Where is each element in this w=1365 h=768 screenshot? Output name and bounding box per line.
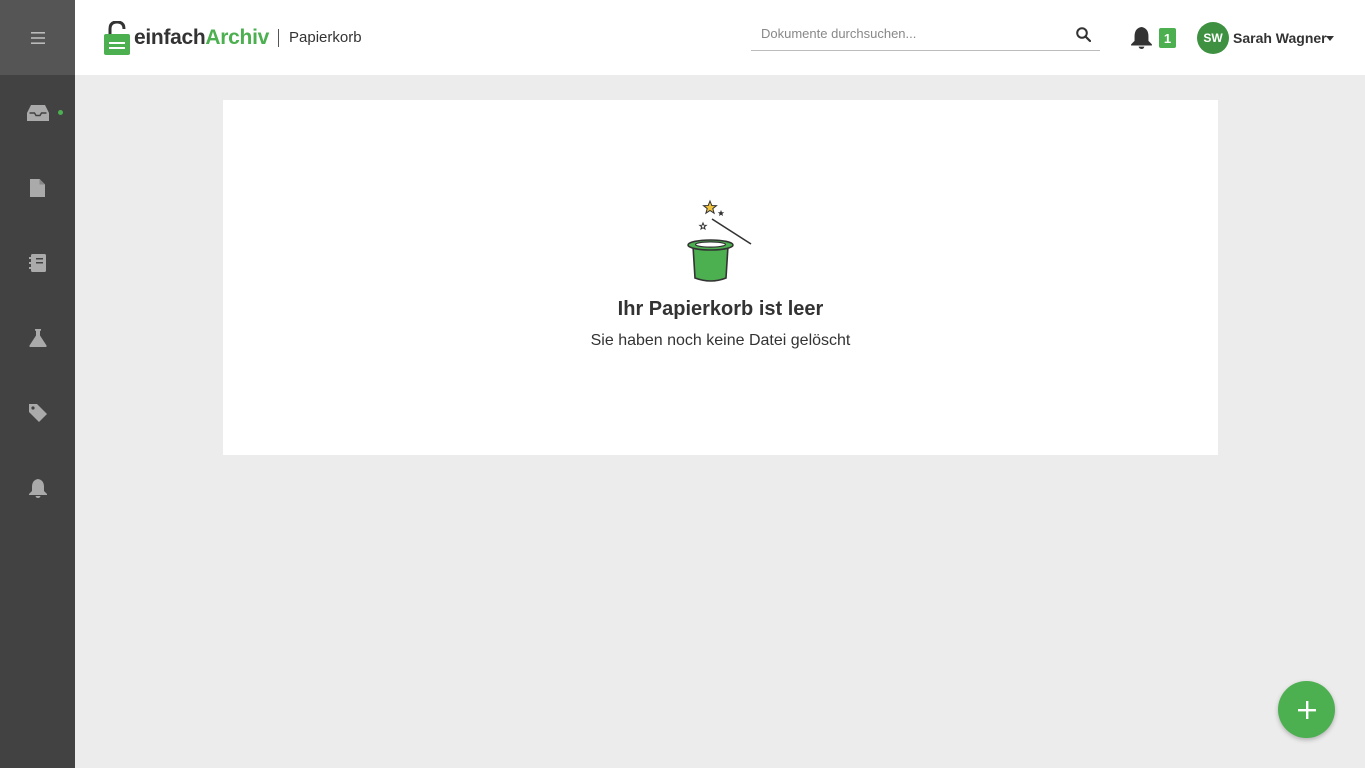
menu-button[interactable]	[0, 0, 75, 75]
search-bar	[751, 22, 1100, 51]
notification-bell-icon[interactable]	[1131, 27, 1152, 49]
inbox-icon	[26, 105, 49, 121]
magic-hat-icon	[687, 199, 752, 282]
notification-count-badge[interactable]: 1	[1159, 28, 1176, 48]
sidebar-item-notifications[interactable]	[0, 468, 75, 508]
lock-folder-icon	[104, 21, 130, 55]
page-title: Papierkorb	[289, 29, 362, 46]
document-icon	[30, 179, 45, 197]
bell-icon	[28, 478, 47, 498]
sidebar	[0, 0, 75, 768]
flask-icon	[28, 329, 47, 347]
sidebar-item-notebook[interactable]	[0, 243, 75, 283]
tag-icon	[28, 404, 47, 422]
logo-text: einfachArchiv	[134, 26, 269, 49]
avatar[interactable]: SW	[1197, 22, 1229, 54]
sidebar-item-lab[interactable]	[0, 318, 75, 358]
top-header: einfachArchiv Papierkorb 1 SW Sarah Wagn…	[75, 0, 1365, 75]
chevron-down-icon[interactable]	[1326, 36, 1334, 41]
notebook-icon	[29, 254, 46, 272]
empty-state-title: Ihr Papierkorb ist leer	[617, 298, 824, 320]
menu-icon	[30, 31, 45, 44]
search-icon[interactable]	[1076, 27, 1091, 42]
user-name[interactable]: Sarah Wagner	[1233, 30, 1327, 46]
header-divider	[278, 29, 279, 47]
app-logo[interactable]: einfachArchiv	[104, 20, 269, 56]
sidebar-item-tags[interactable]	[0, 393, 75, 433]
sidebar-item-inbox[interactable]	[0, 93, 75, 133]
add-button[interactable]	[1278, 681, 1335, 738]
empty-state-subtitle: Sie haben noch keine Datei gelöscht	[590, 332, 851, 349]
search-input[interactable]	[761, 26, 1061, 41]
plus-icon	[1297, 700, 1316, 719]
empty-state-card: Ihr Papierkorb ist leer Sie haben noch k…	[223, 100, 1218, 455]
active-indicator-dot	[58, 110, 63, 115]
sidebar-item-documents[interactable]	[0, 168, 75, 208]
